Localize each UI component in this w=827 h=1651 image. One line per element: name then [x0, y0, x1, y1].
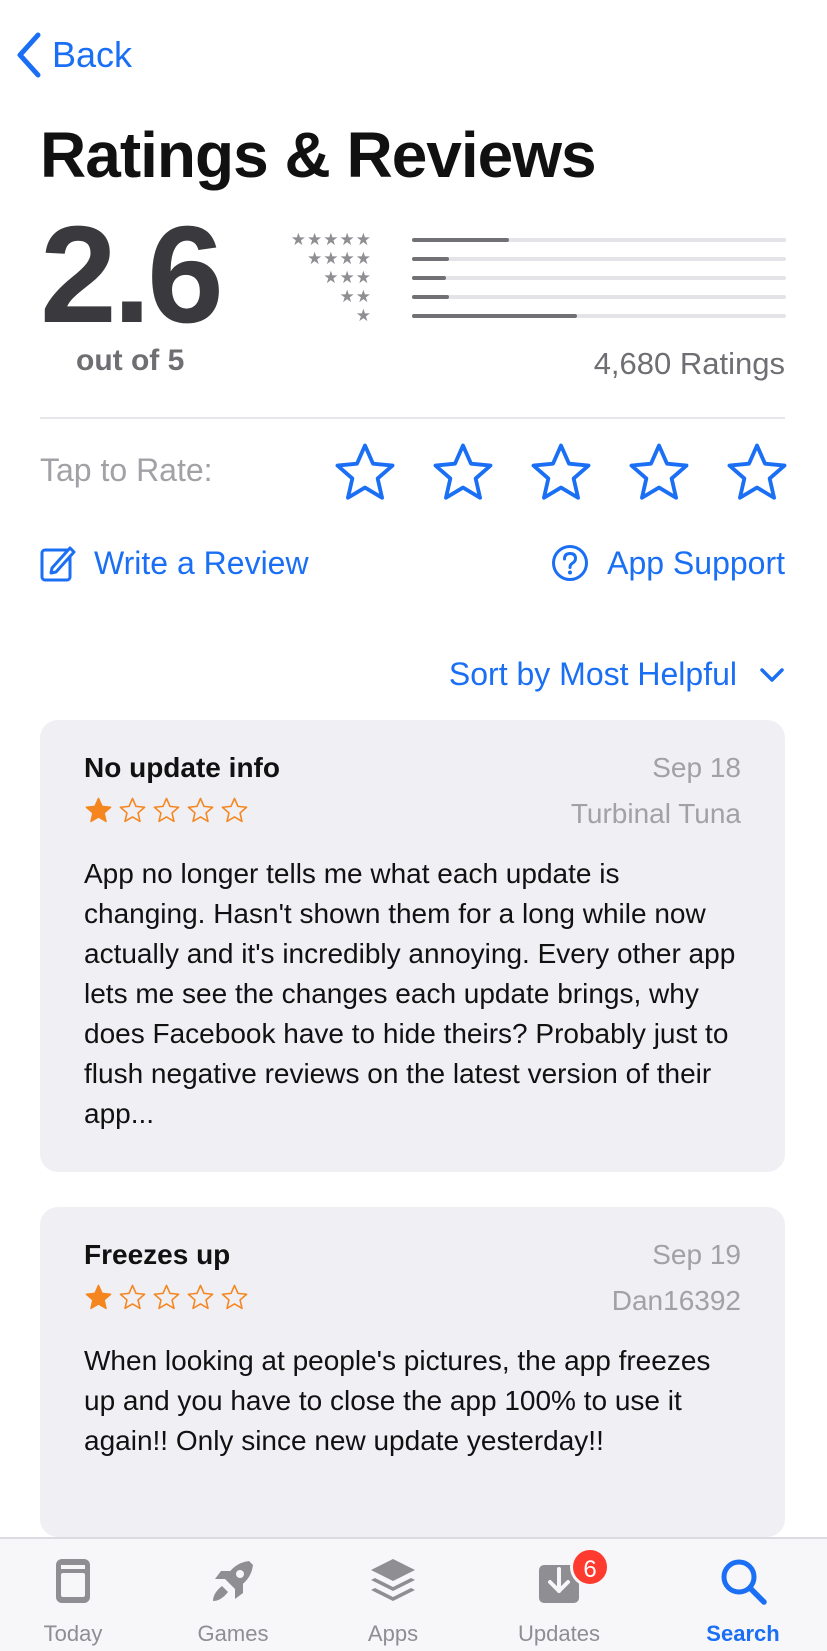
chevron-down-icon [760, 667, 784, 682]
histogram-track [412, 314, 786, 318]
star-outline-icon [187, 797, 214, 823]
divider [40, 417, 785, 419]
back-button[interactable]: Back [14, 30, 132, 80]
tab-label: Search [706, 1621, 780, 1646]
today-icon [56, 1559, 90, 1603]
back-label: Back [52, 34, 133, 75]
app-support-button[interactable]: App Support [551, 544, 785, 582]
histogram-bar [412, 257, 450, 261]
chevron-left-icon [17, 32, 41, 78]
compose-icon [40, 546, 76, 582]
updates-badge: 6 [570, 1547, 610, 1587]
average-score: 2.6 [40, 198, 224, 352]
tab-search[interactable]: Search [678, 1539, 808, 1651]
star-outline-icon [153, 797, 180, 823]
tab-today[interactable]: Today [8, 1539, 138, 1651]
star-outline-icon [187, 1284, 214, 1310]
ratings-count: 4,680 Ratings [593, 346, 785, 381]
histogram-row: ★ [286, 306, 786, 325]
review-date: Sep 19 [652, 1239, 741, 1270]
rate-star-icon[interactable] [430, 440, 496, 506]
tab-label: Updates [518, 1621, 600, 1646]
histogram-star-icons: ★★★★ [307, 249, 372, 268]
review-body: App no longer tells me what each update … [84, 858, 736, 1129]
rocket-icon [213, 1561, 253, 1601]
star-outline-icon [119, 1284, 146, 1310]
app-support-label: App Support [607, 544, 785, 581]
star-outline-icon [221, 797, 248, 823]
sort-dropdown[interactable]: Sort by Most Helpful [449, 656, 785, 693]
histogram-track [412, 238, 786, 242]
histogram-track [412, 257, 786, 261]
review-author: Turbinal Tuna [570, 798, 741, 829]
page-title: Ratings & Reviews [40, 119, 597, 191]
tab-label: Today [43, 1621, 103, 1646]
histogram-bar [412, 238, 510, 242]
histogram-bar [412, 276, 446, 280]
tab-label: Games [197, 1621, 269, 1646]
rate-star-icon[interactable] [332, 440, 398, 506]
tab-updates[interactable]: 6 Updates [494, 1539, 624, 1651]
write-review-label: Write a Review [94, 544, 309, 581]
tab-bar: Today Games Apps 6 Updates Search [0, 1537, 827, 1651]
tab-apps[interactable]: Apps [328, 1539, 458, 1651]
review-title: Freezes up [84, 1239, 231, 1270]
histogram-bar [412, 314, 577, 318]
histogram-star-icons: ★ [355, 306, 372, 325]
histogram-row: ★★★★★ [286, 230, 786, 249]
rate-star-icon[interactable] [724, 440, 790, 506]
star-outline-icon [221, 1284, 248, 1310]
histogram-row: ★★★ [286, 268, 786, 287]
review-rating-stars [84, 1283, 249, 1312]
review-date: Sep 18 [652, 752, 741, 783]
star-filled-icon [85, 1284, 112, 1310]
rate-star-icon[interactable] [626, 440, 692, 506]
histogram-star-icons: ★★★★★ [290, 230, 372, 249]
star-filled-icon [85, 797, 112, 823]
histogram-star-icons: ★★ [339, 287, 372, 306]
write-review-button[interactable]: Write a Review [40, 544, 309, 582]
tab-label: Apps [367, 1621, 419, 1646]
review-body: When looking at people's pictures, the a… [84, 1345, 711, 1456]
star-outline-icon [153, 1284, 180, 1310]
layers-icon [371, 1559, 415, 1601]
review-rating-stars [84, 796, 249, 825]
rate-star-icon[interactable] [528, 440, 594, 506]
histogram-star-icons: ★★★ [323, 268, 372, 287]
out-of-label: out of 5 [76, 344, 185, 377]
tap-to-rate-label: Tap to Rate: [40, 452, 213, 488]
tab-games[interactable]: Games [168, 1539, 298, 1651]
review-card[interactable]: Freezes up Sep 19 Dan16392 When looking … [40, 1207, 785, 1537]
search-icon [721, 1559, 767, 1605]
sort-label: Sort by Most Helpful [448, 656, 737, 692]
star-outline-icon [119, 797, 146, 823]
histogram-track [412, 276, 786, 280]
histogram-row: ★★★★ [286, 249, 786, 268]
histogram-row: ★★ [286, 287, 786, 306]
tap-to-rate-stars [332, 440, 790, 506]
ratings-reviews-page: Back Ratings & Reviews 2.6 out of 5 ★★★★… [0, 0, 827, 1651]
rating-histogram: ★★★★★ ★★★★ ★★★ ★★ ★ [286, 230, 786, 325]
histogram-track [412, 295, 786, 299]
question-circle-icon [552, 545, 589, 581]
review-title: No update info [84, 752, 280, 783]
histogram-bar [412, 295, 450, 299]
review-author: Dan16392 [611, 1285, 741, 1316]
review-card[interactable]: No update info Sep 18 Turbinal Tuna App … [40, 720, 785, 1172]
